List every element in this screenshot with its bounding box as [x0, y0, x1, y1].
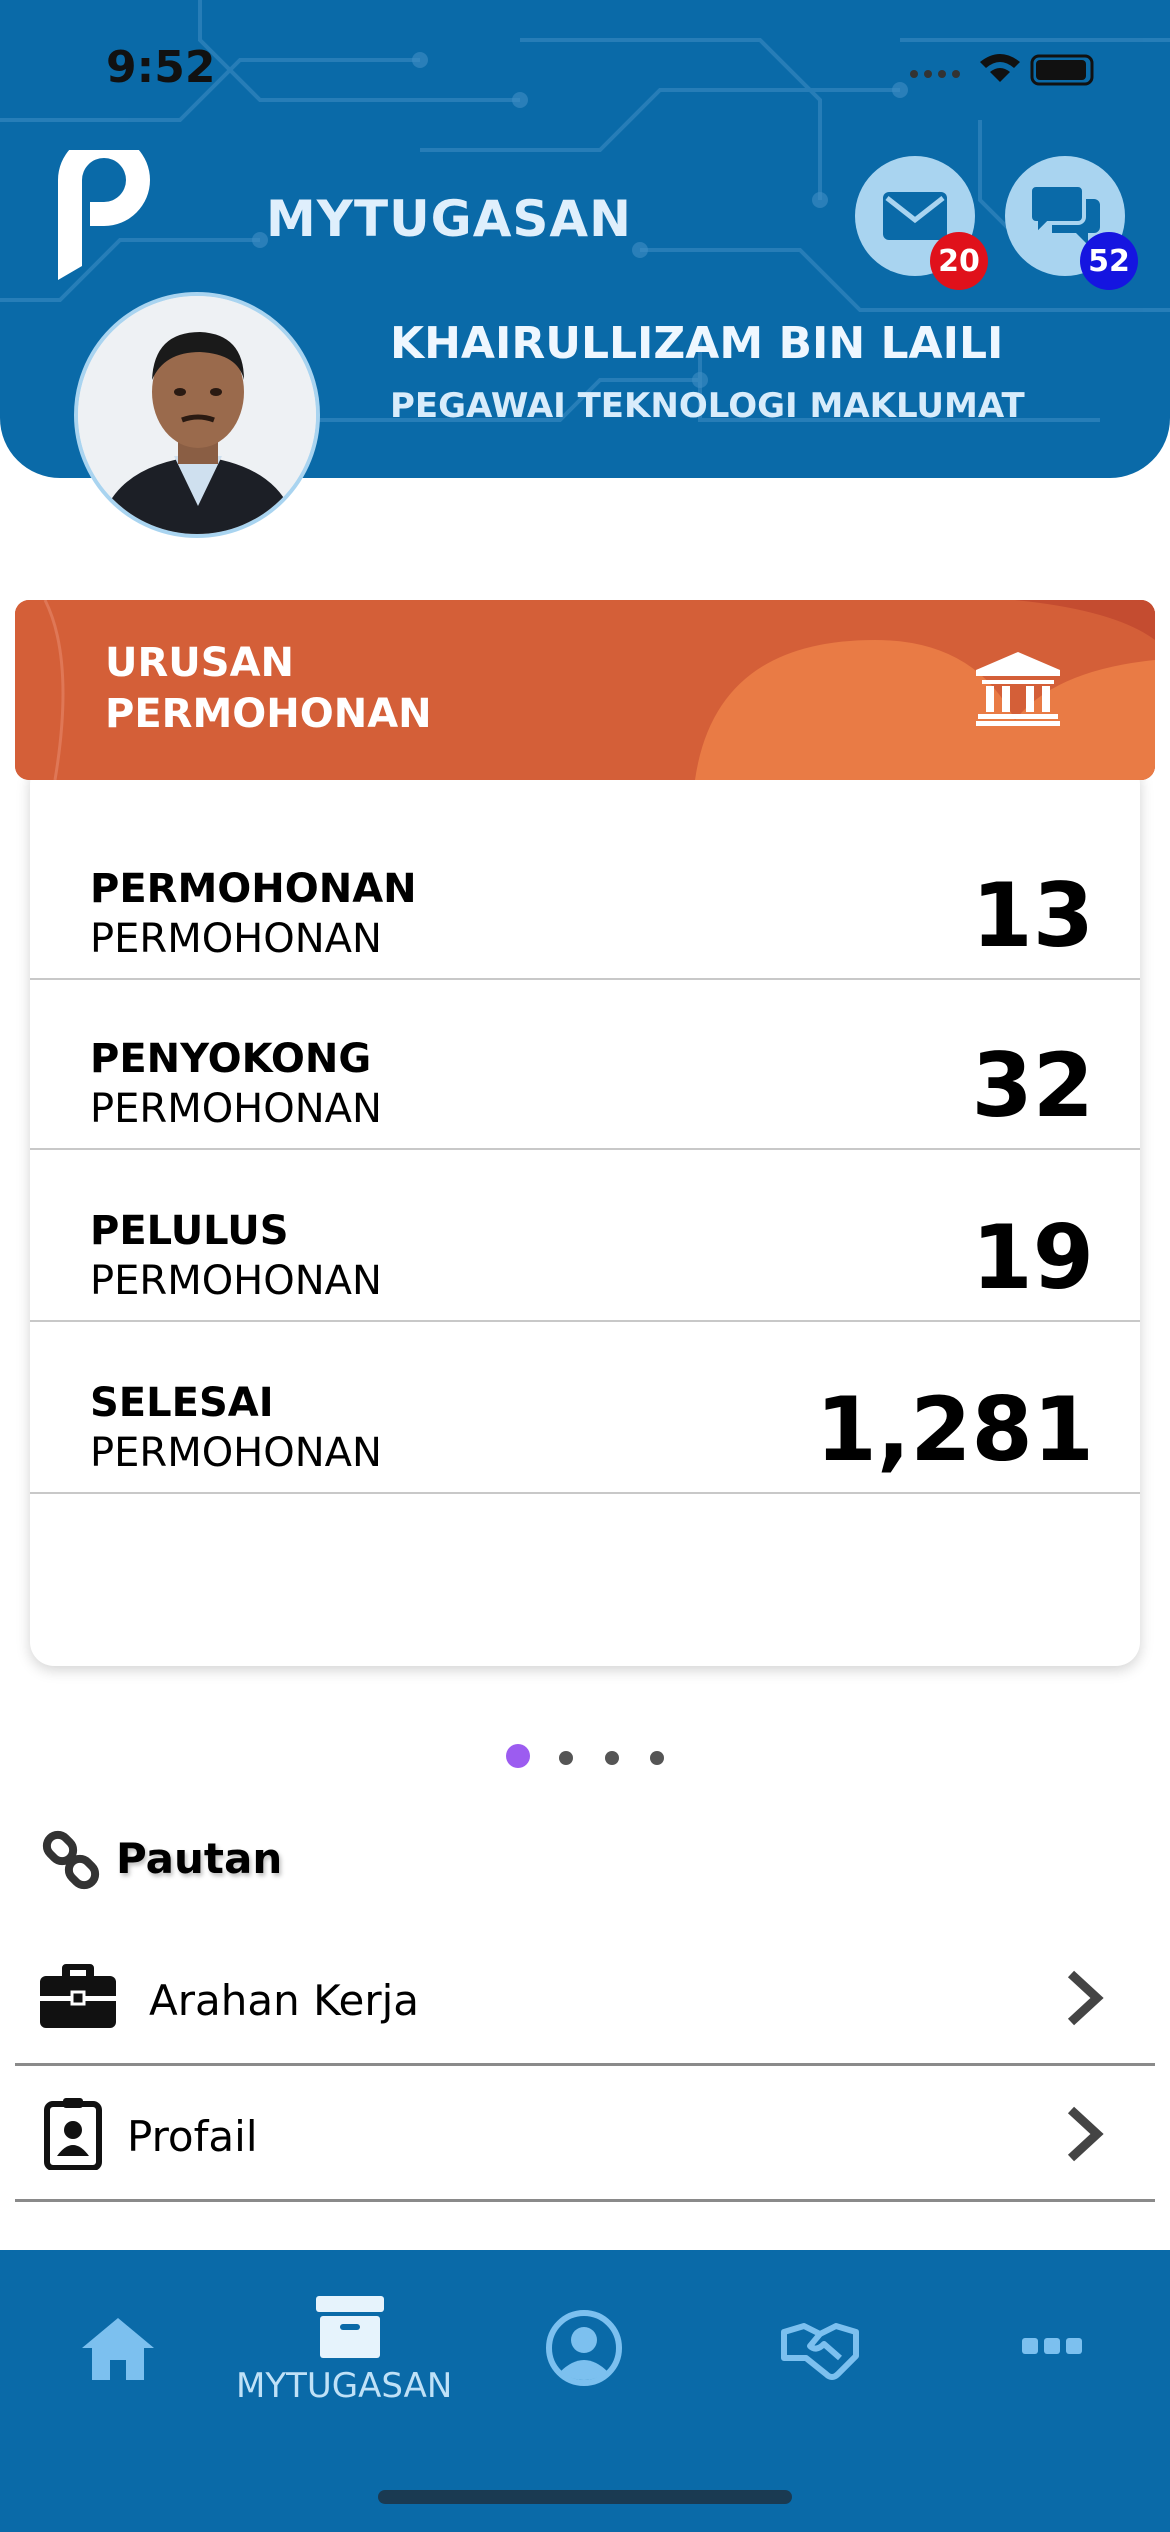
app-logo	[58, 150, 150, 280]
stat-row-permohonan[interactable]: PERMOHONAN PERMOHONAN 13	[30, 810, 1140, 980]
pager-dot-active[interactable]	[506, 1744, 530, 1768]
user-name: KHAIRULLIZAM BIN LAILI	[390, 318, 1004, 369]
home-indicator[interactable]	[378, 2490, 792, 2504]
stat-sublabel: PERMOHONAN	[90, 1258, 382, 1304]
chat-count-badge: 52	[1080, 232, 1138, 290]
card-title-line2: PERMOHONAN	[105, 691, 432, 737]
user-photo	[78, 296, 316, 534]
carousel-pager[interactable]	[500, 1744, 680, 1772]
tab-label-mytugasan[interactable]: MYTUGASAN	[236, 2366, 452, 2406]
stat-row-pelulus[interactable]: PELULUS PERMOHONAN 19	[30, 1152, 1140, 1322]
card-title: URUSAN PERMOHONAN	[105, 638, 432, 740]
app-title: MYTUGASAN	[266, 190, 632, 248]
user-role: PEGAWAI TEKNOLOGI MAKLUMAT	[390, 386, 1025, 426]
link-label: Arahan Kerja	[149, 1976, 420, 2025]
link-label: Profail	[127, 2112, 258, 2161]
pager-dot[interactable]	[605, 1751, 619, 1765]
stat-value: 19	[971, 1206, 1094, 1309]
link-profail[interactable]: Profail	[15, 2068, 1155, 2202]
stat-sublabel: PERMOHONAN	[90, 1086, 382, 1132]
id-badge-icon	[44, 2098, 102, 2170]
card-banner: URUSAN PERMOHONAN	[15, 600, 1155, 780]
pager-dot[interactable]	[559, 1751, 573, 1765]
mail-count-badge: 20	[930, 232, 988, 290]
stat-value: 1,281	[815, 1378, 1094, 1481]
institution-icon	[976, 652, 1060, 726]
card-title-line1: URUSAN	[105, 640, 295, 686]
chevron-right-icon	[1067, 2106, 1104, 2162]
stat-sublabel: PERMOHONAN	[90, 1430, 382, 1476]
stat-row-selesai[interactable]: SELESAI PERMOHONAN 1,281	[30, 1324, 1140, 1494]
avatar[interactable]	[74, 292, 320, 538]
briefcase-icon	[40, 1964, 116, 2028]
stat-value: 13	[971, 864, 1094, 967]
envelope-icon	[883, 192, 947, 240]
link-arahan-kerja[interactable]: Arahan Kerja	[15, 1932, 1155, 2066]
user-circle-icon[interactable]	[546, 2310, 622, 2386]
stat-label: PENYOKONG	[90, 1036, 372, 1082]
archive-icon[interactable]	[316, 2296, 384, 2358]
chevron-right-icon	[1067, 1970, 1104, 2026]
stat-label: SELESAI	[90, 1380, 274, 1426]
stat-value: 32	[971, 1034, 1094, 1137]
more-icon[interactable]	[1022, 2338, 1082, 2358]
handshake-icon[interactable]	[780, 2318, 860, 2382]
stat-row-penyokong[interactable]: PENYOKONG PERMOHONAN 32	[30, 980, 1140, 1150]
status-time: 9:52	[106, 42, 216, 93]
stat-sublabel: PERMOHONAN	[90, 916, 382, 962]
home-icon[interactable]	[82, 2318, 154, 2380]
stat-label: PELULUS	[90, 1208, 289, 1254]
link-icon	[42, 1830, 100, 1890]
links-heading: Pautan	[116, 1834, 283, 1883]
pager-dot[interactable]	[650, 1751, 664, 1765]
stat-label: PERMOHONAN	[90, 866, 417, 912]
status-icons	[910, 54, 1094, 86]
